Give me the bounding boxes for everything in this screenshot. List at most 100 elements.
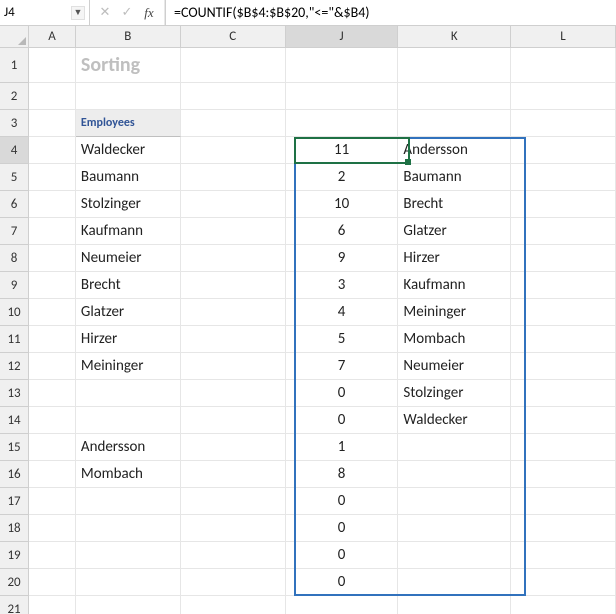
cell[interactable] xyxy=(76,596,181,614)
cell[interactable] xyxy=(29,245,76,272)
cell[interactable] xyxy=(181,569,286,596)
row-header[interactable]: 1 xyxy=(0,48,29,83)
cell[interactable]: Waldecker xyxy=(76,137,181,164)
cell[interactable]: 4 xyxy=(286,299,399,326)
cell[interactable]: 0 xyxy=(286,488,399,515)
cell[interactable] xyxy=(398,461,511,488)
cell[interactable]: 0 xyxy=(286,542,399,569)
cell[interactable]: 0 xyxy=(286,407,399,434)
row-header[interactable]: 18 xyxy=(0,515,29,542)
cell[interactable]: Neumeier xyxy=(76,245,181,272)
cell[interactable] xyxy=(398,515,511,542)
cell[interactable] xyxy=(76,515,181,542)
cell[interactable]: Andersson xyxy=(398,137,511,164)
cell[interactable] xyxy=(181,48,286,83)
cancel-icon[interactable]: ✕ xyxy=(94,0,116,25)
cell[interactable] xyxy=(181,380,286,407)
row-header[interactable]: 2 xyxy=(0,83,29,110)
row-header[interactable]: 4 xyxy=(0,137,29,164)
cell[interactable] xyxy=(29,299,76,326)
cell[interactable]: 1 xyxy=(286,434,399,461)
cell[interactable]: Waldecker xyxy=(398,407,511,434)
cell[interactable] xyxy=(29,488,76,515)
cell[interactable] xyxy=(398,488,511,515)
cell[interactable] xyxy=(29,83,76,110)
cell[interactable] xyxy=(181,137,286,164)
row-header[interactable]: 16 xyxy=(0,461,29,488)
cell[interactable]: 8 xyxy=(286,461,399,488)
cell[interactable] xyxy=(181,299,286,326)
title-cell[interactable]: Sorting xyxy=(76,48,181,83)
cell[interactable] xyxy=(511,164,616,191)
cell[interactable] xyxy=(511,542,616,569)
name-box-dropdown-icon[interactable]: ▼ xyxy=(71,6,85,20)
cell[interactable] xyxy=(286,110,399,137)
cell[interactable] xyxy=(398,48,511,83)
cell[interactable] xyxy=(29,218,76,245)
cell[interactable] xyxy=(511,569,616,596)
row-header[interactable]: 9 xyxy=(0,272,29,299)
cell[interactable] xyxy=(181,326,286,353)
cell[interactable] xyxy=(398,83,511,110)
cell[interactable]: Kaufmann xyxy=(76,218,181,245)
cell[interactable] xyxy=(181,488,286,515)
cell[interactable] xyxy=(76,569,181,596)
cell[interactable] xyxy=(76,488,181,515)
cell[interactable] xyxy=(511,434,616,461)
cell[interactable]: Meininger xyxy=(398,299,511,326)
cell[interactable] xyxy=(286,48,399,83)
cell[interactable] xyxy=(511,596,616,614)
row-header[interactable]: 3 xyxy=(0,110,29,137)
cell[interactable]: 3 xyxy=(286,272,399,299)
cell[interactable]: 6 xyxy=(286,218,399,245)
enter-icon[interactable]: ✓ xyxy=(116,0,138,25)
cell[interactable] xyxy=(29,353,76,380)
col-header-C[interactable]: C xyxy=(181,26,286,48)
cell[interactable]: Hirzer xyxy=(76,326,181,353)
cell[interactable]: 5 xyxy=(286,326,399,353)
cell[interactable] xyxy=(76,83,181,110)
cell[interactable] xyxy=(181,164,286,191)
cell[interactable] xyxy=(29,515,76,542)
cell[interactable] xyxy=(181,407,286,434)
row-header[interactable]: 13 xyxy=(0,380,29,407)
name-box[interactable]: J4 ▼ xyxy=(0,0,90,25)
cell[interactable] xyxy=(181,542,286,569)
cell[interactable]: 10 xyxy=(286,191,399,218)
row-header[interactable]: 8 xyxy=(0,245,29,272)
cell[interactable] xyxy=(29,569,76,596)
select-all-corner[interactable] xyxy=(0,26,29,48)
cell[interactable] xyxy=(181,245,286,272)
col-header-A[interactable]: A xyxy=(29,26,76,48)
cell[interactable]: Glatzer xyxy=(398,218,511,245)
col-header-L[interactable]: L xyxy=(511,26,616,48)
cell[interactable]: Hirzer xyxy=(398,245,511,272)
cell[interactable]: 7 xyxy=(286,353,399,380)
cell[interactable]: Andersson xyxy=(76,434,181,461)
cell[interactable] xyxy=(29,326,76,353)
cell[interactable]: Baumann xyxy=(398,164,511,191)
cell[interactable] xyxy=(181,461,286,488)
cell[interactable]: Neumeier xyxy=(398,353,511,380)
cell[interactable] xyxy=(181,272,286,299)
row-header[interactable]: 5 xyxy=(0,164,29,191)
cell[interactable] xyxy=(76,407,181,434)
cell[interactable] xyxy=(511,380,616,407)
cell[interactable] xyxy=(511,245,616,272)
cell[interactable] xyxy=(398,434,511,461)
formula-input[interactable]: =COUNTIF($B$4:$B$20,"<="&$B4) xyxy=(165,0,616,25)
cell[interactable] xyxy=(181,353,286,380)
cell[interactable] xyxy=(511,191,616,218)
cell[interactable]: Stolzinger xyxy=(76,191,181,218)
cell[interactable] xyxy=(511,218,616,245)
cell[interactable] xyxy=(29,110,76,137)
cell[interactable] xyxy=(511,515,616,542)
cell[interactable] xyxy=(511,299,616,326)
cell[interactable] xyxy=(511,137,616,164)
row-header[interactable]: 15 xyxy=(0,434,29,461)
cell[interactable] xyxy=(181,191,286,218)
cell[interactable] xyxy=(29,434,76,461)
cell[interactable]: Mombach xyxy=(398,326,511,353)
row-header[interactable]: 17 xyxy=(0,488,29,515)
cell[interactable] xyxy=(29,542,76,569)
